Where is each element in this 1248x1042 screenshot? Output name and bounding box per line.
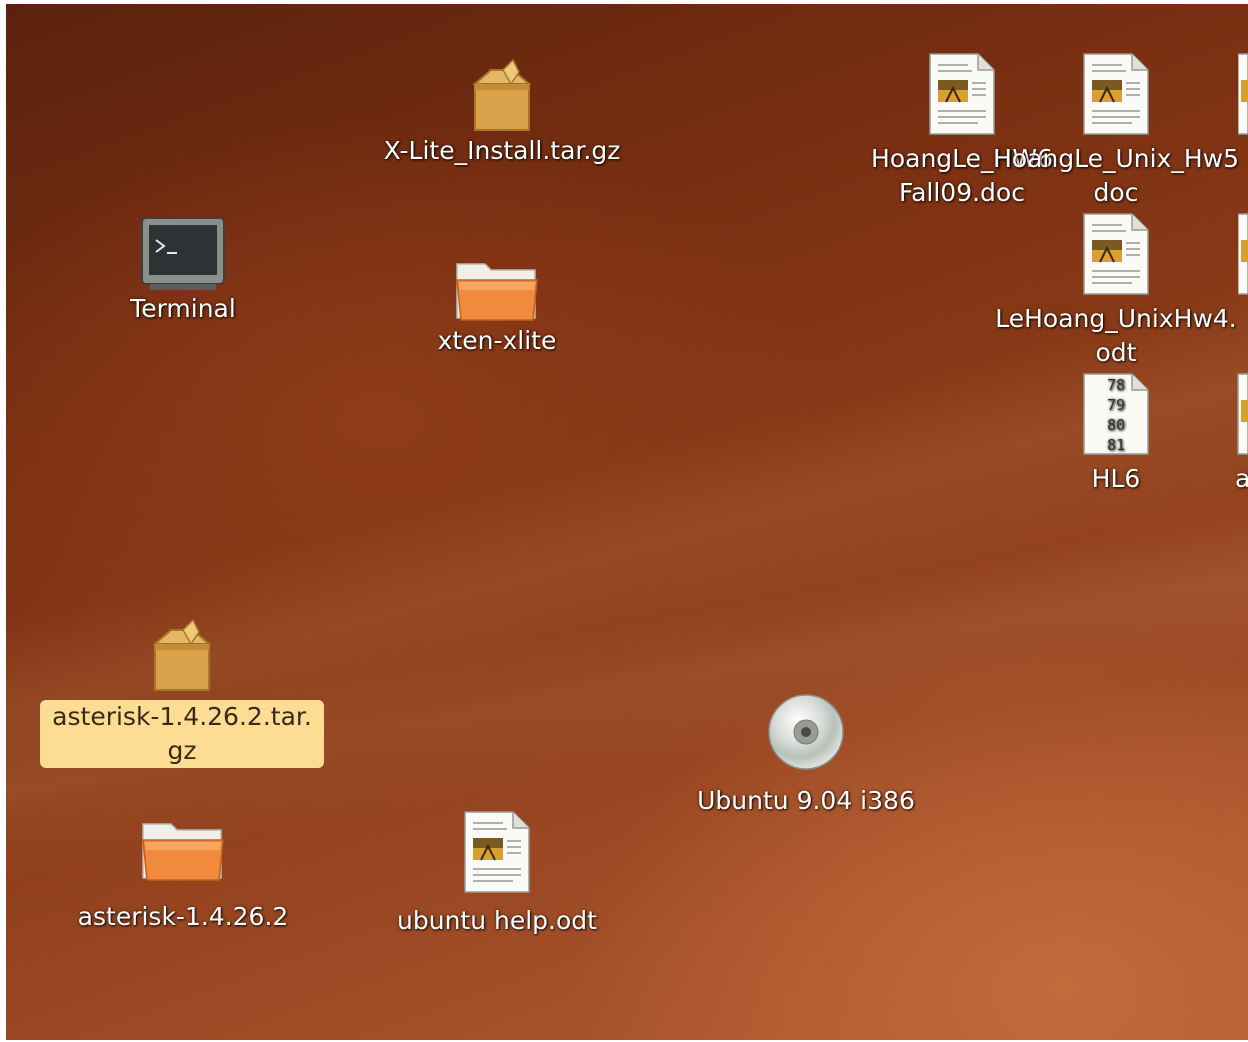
desktop-icon-ubuntu-help[interactable]: ubuntu help.odt — [382, 810, 612, 938]
document-icon — [464, 811, 530, 893]
desktop-icon-ubuntu-cd[interactable]: Ubuntu 9.04 i386 — [686, 692, 926, 818]
cd-drive-icon — [768, 694, 844, 770]
desktop-icon-hoangle-unix-hw5[interactable]: HoangLe_Unix_Hw5 doc — [993, 52, 1239, 210]
preview-line: 81 — [1107, 436, 1125, 454]
icon-label-line: LeHoang_UnixHw4. — [995, 304, 1237, 333]
icon-label-line: HoangLe_Unix_Hw5 — [992, 144, 1240, 173]
icon-label-line: gz — [167, 736, 197, 765]
icon-label: Terminal — [130, 294, 236, 323]
desktop-icon-xten-xlite[interactable]: xten-xlite — [402, 256, 592, 358]
document-icon — [1083, 53, 1149, 135]
desktop[interactable]: X-Lite_Install.tar.gz Terminal xten-xlit… — [6, 4, 1248, 1040]
document-icon — [1237, 373, 1248, 455]
icon-label-line: doc — [1093, 178, 1139, 207]
desktop-icon-hl6[interactable]: 78 79 80 81 HL6 — [1046, 372, 1186, 496]
preview-line: 80 — [1107, 416, 1125, 434]
document-icon — [929, 53, 995, 135]
text-file-icon: 78 79 80 81 — [1083, 373, 1149, 455]
icon-label: Ubuntu 9.04 i386 — [697, 786, 915, 815]
document-icon — [1083, 213, 1149, 295]
terminal-icon — [141, 217, 225, 290]
folder-icon — [456, 263, 538, 321]
package-archive-icon — [472, 58, 532, 131]
icon-label: asterisk-1.4.26.2 — [77, 902, 289, 931]
preview-line: 79 — [1107, 396, 1125, 414]
icon-label: X-Lite_Install.tar.gz — [383, 136, 621, 165]
document-icon[interactable] — [1238, 212, 1248, 296]
icon-label: HoangLe_Unix_Hw5 doc — [993, 142, 1239, 210]
desktop-icon-asterisk-archive[interactable]: asterisk-1.4.26.2.tar. gz — [40, 614, 324, 768]
desktop-icon-lehoang-unixhw4[interactable]: LeHoang_UnixHw4. odt — [995, 212, 1237, 370]
document-icon[interactable] — [1238, 52, 1248, 136]
icon-label: a — [1235, 464, 1248, 493]
icon-label: xten-xlite — [437, 326, 557, 355]
desktop-icon-partial-a[interactable]: a — [1232, 372, 1248, 496]
icon-label: HL6 — [1091, 464, 1141, 493]
desktop-icon-x-lite-install[interactable]: X-Lite_Install.tar.gz — [362, 54, 642, 168]
icon-label-line: asterisk-1.4.26.2.tar. — [52, 702, 312, 731]
desktop-icon-terminal[interactable]: Terminal — [88, 216, 278, 326]
preview-line: 78 — [1107, 376, 1125, 394]
icon-label-line: odt — [1095, 338, 1137, 367]
desktop-icon-asterisk-folder[interactable]: asterisk-1.4.26.2 — [58, 816, 308, 934]
package-archive-icon — [152, 618, 212, 691]
icon-label-selected: asterisk-1.4.26.2.tar. gz — [40, 700, 324, 768]
icon-label: ubuntu help.odt — [397, 906, 597, 935]
folder-icon — [142, 823, 224, 881]
icon-label: LeHoang_UnixHw4. odt — [995, 302, 1236, 370]
